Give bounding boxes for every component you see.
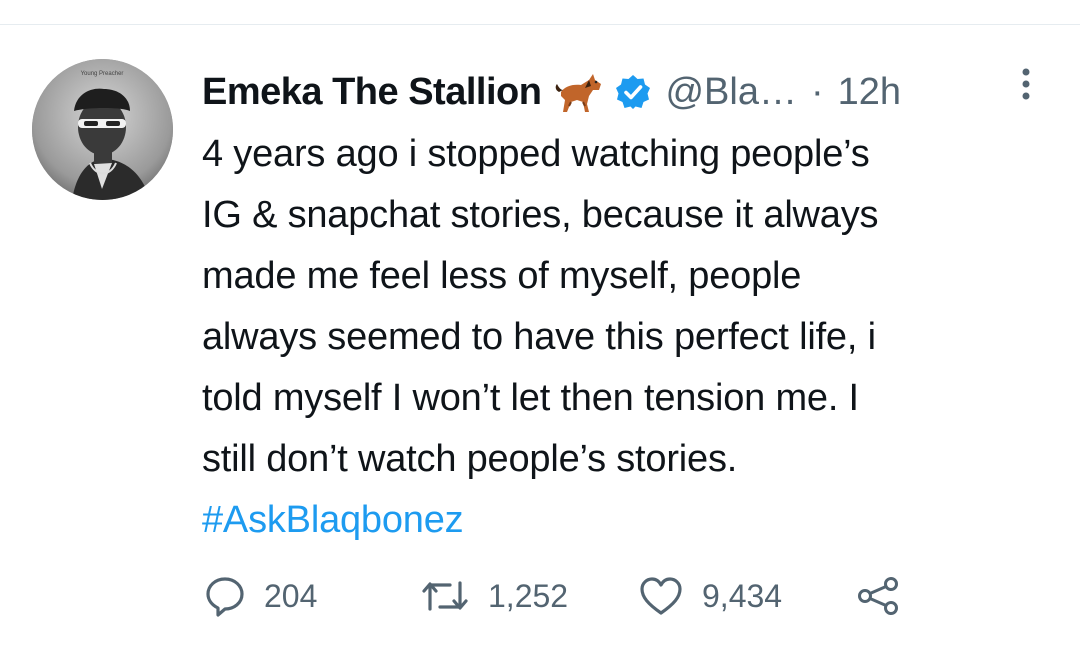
share-button[interactable] xyxy=(856,566,902,626)
horse-emoji-icon xyxy=(556,74,602,112)
reply-icon xyxy=(206,577,244,617)
retweet-button[interactable]: 1,252 xyxy=(420,566,568,626)
tweet-time[interactable]: 12h xyxy=(838,71,901,114)
tweet-header: Emeka The Stallion @Bla… · 12h xyxy=(202,64,901,120)
author-handle[interactable]: @Bla… xyxy=(665,71,797,114)
heart-icon xyxy=(640,577,682,615)
avatar-caption: Young Preacher xyxy=(81,71,124,77)
retweet-icon xyxy=(422,581,468,611)
tweet-text: 4 years ago i stopped watching people’s … xyxy=(202,133,879,480)
author-name[interactable]: Emeka The Stallion xyxy=(202,71,542,114)
reply-button[interactable]: 204 xyxy=(204,566,317,626)
more-options-icon[interactable] xyxy=(1014,66,1038,106)
verified-badge-icon xyxy=(616,75,651,109)
like-count: 9,434 xyxy=(702,577,783,614)
like-button[interactable]: 9,434 xyxy=(638,566,782,626)
share-icon xyxy=(858,577,898,615)
reply-count: 204 xyxy=(264,577,318,614)
hashtag-link[interactable]: #AskBlaqbonez xyxy=(202,490,464,551)
avatar[interactable]: Young Preacher xyxy=(32,59,173,200)
separator-dot: · xyxy=(810,70,824,113)
top-divider xyxy=(0,24,1080,25)
retweet-count: 1,252 xyxy=(488,577,569,614)
action-bar: 204 1,252 9,434 xyxy=(0,566,1080,626)
